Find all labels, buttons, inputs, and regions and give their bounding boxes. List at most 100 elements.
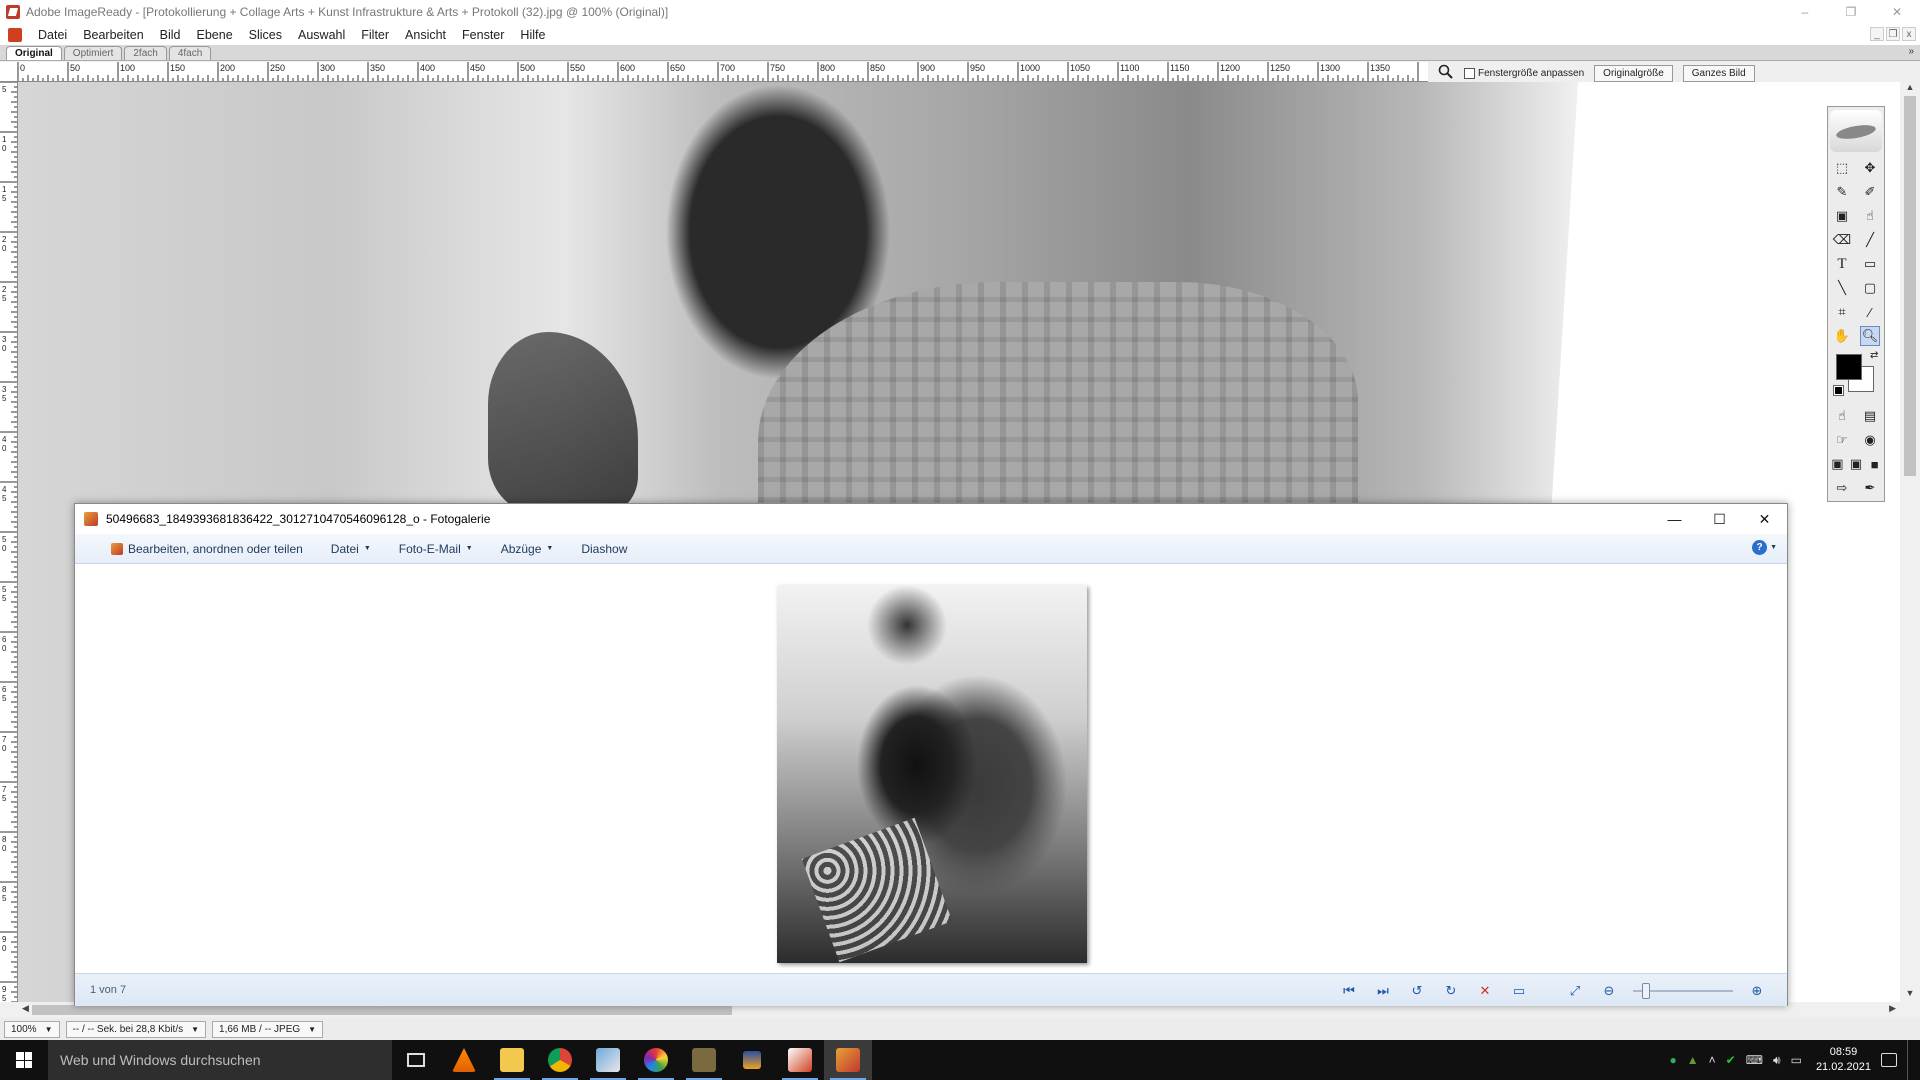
menu-bearbeiten[interactable]: Bearbeiten bbox=[75, 28, 151, 42]
rotate-right-icon[interactable]: ↻ bbox=[1441, 982, 1461, 1000]
zoom-tool-icon[interactable]: 🔍︎ bbox=[1860, 326, 1880, 346]
menu-datei[interactable]: Datei bbox=[30, 28, 75, 42]
tab-4fach[interactable]: 4fach bbox=[168, 46, 212, 60]
scroll-down-icon[interactable]: ▼ bbox=[1900, 988, 1920, 1002]
horizontal-scroll-thumb[interactable] bbox=[32, 1005, 732, 1015]
taskbar-file-explorer[interactable] bbox=[488, 1040, 536, 1080]
download-dropdown-icon[interactable]: ▼ bbox=[191, 1025, 199, 1034]
menu-fenster[interactable]: Fenster bbox=[454, 28, 512, 42]
menu-filter[interactable]: Filter bbox=[353, 28, 397, 42]
gallery-image-viewer[interactable] bbox=[75, 565, 1787, 973]
vertical-scrollbar[interactable]: ▲ ▼ bbox=[1900, 82, 1920, 1002]
vertical-scroll-thumb[interactable] bbox=[1904, 96, 1916, 476]
tab-original[interactable]: Original bbox=[6, 46, 62, 60]
zoom-in-icon[interactable]: ⊕ bbox=[1747, 982, 1767, 1000]
zoom-dropdown-icon[interactable]: ▼ bbox=[45, 1025, 53, 1034]
close-button[interactable]: ✕ bbox=[1874, 0, 1920, 24]
show-desktop-button[interactable] bbox=[1907, 1040, 1912, 1080]
eyedropper-tool-icon[interactable]: ⁄ bbox=[1860, 302, 1880, 322]
next-icon[interactable]: ⏭ bbox=[1373, 982, 1393, 1000]
zoom-icon[interactable] bbox=[1438, 64, 1454, 83]
diashow-button[interactable]: Diashow bbox=[567, 542, 641, 556]
notification-center-icon[interactable] bbox=[1881, 1053, 1897, 1067]
menu-auswahl[interactable]: Auswahl bbox=[290, 28, 353, 42]
taskbar-chrome[interactable] bbox=[536, 1040, 584, 1080]
menu-bild[interactable]: Bild bbox=[152, 28, 189, 42]
show-hidden-icons-icon[interactable]: ˄ bbox=[1709, 1053, 1716, 1067]
scroll-left-icon[interactable]: ◀ bbox=[22, 1003, 29, 1014]
task-view-button[interactable] bbox=[392, 1040, 440, 1080]
original-size-button[interactable]: Originalgröße bbox=[1594, 65, 1673, 82]
gallery-minimize-button[interactable]: — bbox=[1652, 504, 1697, 534]
zoom-slider-knob[interactable] bbox=[1642, 983, 1651, 999]
marquee-tool-icon[interactable]: ⬚ bbox=[1832, 158, 1852, 178]
imagemap-select-tool-icon[interactable]: ☝ bbox=[1860, 206, 1880, 226]
document-icon[interactable] bbox=[8, 27, 22, 42]
taskbar-search[interactable]: Web und Windows durchsuchen bbox=[48, 1040, 392, 1080]
datei-menu-button[interactable]: Datei ▼ bbox=[317, 542, 385, 556]
doc-close-button[interactable]: x bbox=[1902, 27, 1916, 41]
tab-optimiert[interactable]: Optimiert bbox=[63, 46, 123, 60]
minimize-button[interactable]: – bbox=[1782, 0, 1828, 24]
menu-hilfe[interactable]: Hilfe bbox=[512, 28, 553, 42]
taskbar-photo-viewer[interactable] bbox=[584, 1040, 632, 1080]
foto-email-button[interactable]: Foto-E-Mail ▼ bbox=[385, 542, 487, 556]
rounded-rect-tool-icon[interactable]: ▢ bbox=[1860, 278, 1880, 298]
taskbar-clock[interactable]: 08:59 21.02.2021 bbox=[1816, 1045, 1871, 1075]
scroll-up-icon[interactable]: ▲ bbox=[1900, 82, 1920, 96]
toggle-slices-icon[interactable]: ▤ bbox=[1860, 406, 1880, 426]
screen-mode-standard-icon[interactable]: ▣ bbox=[1828, 454, 1847, 474]
tray-security-icon[interactable]: ✔ bbox=[1726, 1053, 1736, 1067]
slice-select-tool-icon[interactable]: ✐ bbox=[1860, 182, 1880, 202]
menu-ansicht[interactable]: Ansicht bbox=[397, 28, 454, 42]
doc-restore-button[interactable]: ❐ bbox=[1886, 27, 1900, 41]
taskbar-picasa[interactable] bbox=[632, 1040, 680, 1080]
slideshow-icon[interactable]: ▭ bbox=[1509, 982, 1529, 1000]
shape-tool-icon[interactable]: ▭ bbox=[1860, 254, 1880, 274]
delete-icon[interactable]: ✕ bbox=[1475, 982, 1495, 1000]
slice-tool-icon[interactable]: ✎ bbox=[1832, 182, 1852, 202]
menu-slices[interactable]: Slices bbox=[241, 28, 290, 42]
restore-button[interactable]: ❐ bbox=[1828, 0, 1874, 24]
jump-to-photoshop-icon[interactable]: ⇨ bbox=[1832, 478, 1852, 498]
taskbar-fotogalerie[interactable] bbox=[824, 1040, 872, 1080]
swap-colors-icon[interactable]: ⇄ bbox=[1870, 350, 1878, 361]
taskbar-pinned-app[interactable] bbox=[728, 1040, 776, 1080]
taskbar-imageready[interactable] bbox=[776, 1040, 824, 1080]
help-button[interactable]: ? ▼ bbox=[1752, 540, 1777, 555]
edit-arrange-share-button[interactable]: Bearbeiten, anordnen oder teilen bbox=[97, 542, 317, 556]
zoom-level-field[interactable]: 100% ▼ bbox=[4, 1020, 60, 1038]
foreground-color-swatch[interactable] bbox=[1836, 354, 1862, 380]
doc-minimize-button[interactable]: _ bbox=[1870, 27, 1884, 41]
screen-mode-full-menu-icon[interactable]: ▣ bbox=[1847, 454, 1866, 474]
zoom-slider[interactable] bbox=[1633, 983, 1733, 999]
volume-icon[interactable]: 🔊︎ bbox=[1773, 1053, 1781, 1068]
abzuege-menu-button[interactable]: Abzüge ▼ bbox=[487, 542, 568, 556]
tray-app-icon[interactable]: ▲ bbox=[1687, 1053, 1699, 1067]
start-button[interactable] bbox=[0, 1040, 48, 1080]
checkbox-box[interactable] bbox=[1464, 68, 1475, 79]
photoshop-feather-icon[interactable]: ✒ bbox=[1860, 478, 1880, 498]
browser-preview-icon[interactable]: ◉ bbox=[1860, 430, 1880, 450]
tabs-more-icon[interactable]: » bbox=[1908, 46, 1914, 57]
rollover-preview-icon[interactable]: ☞ bbox=[1832, 430, 1852, 450]
fit-window-checkbox[interactable]: Fenstergröße anpassen bbox=[1464, 68, 1584, 79]
menu-ebene[interactable]: Ebene bbox=[189, 28, 241, 42]
zoom-out-icon[interactable]: ⊖ bbox=[1599, 982, 1619, 1000]
gallery-maximize-button[interactable]: ☐ bbox=[1697, 504, 1742, 534]
tab-2fach[interactable]: 2fach bbox=[124, 46, 167, 60]
line-tool-icon[interactable]: ╲ bbox=[1832, 278, 1852, 298]
imageready-feather-logo[interactable] bbox=[1830, 110, 1882, 152]
file-size-field[interactable]: 1,66 MB / -- JPEG ▼ bbox=[212, 1020, 324, 1038]
keyboard-icon[interactable]: ▭ bbox=[1791, 1053, 1802, 1067]
gallery-close-button[interactable]: ✕ bbox=[1742, 504, 1787, 534]
default-colors-icon[interactable] bbox=[1833, 385, 1844, 396]
actual-size-icon[interactable]: ⤢ bbox=[1565, 982, 1585, 1000]
rotate-left-icon[interactable]: ↺ bbox=[1407, 982, 1427, 1000]
taskbar-photo-tool[interactable] bbox=[680, 1040, 728, 1080]
eraser-tool-icon[interactable]: ⌫ bbox=[1832, 230, 1852, 250]
download-time-field[interactable]: -- / -- Sek. bei 28,8 Kbit/s ▼ bbox=[65, 1020, 207, 1038]
tray-app-icon[interactable]: ● bbox=[1669, 1053, 1676, 1067]
scroll-right-icon[interactable]: ▶ bbox=[1889, 1003, 1896, 1014]
filesize-dropdown-icon[interactable]: ▼ bbox=[308, 1025, 316, 1034]
